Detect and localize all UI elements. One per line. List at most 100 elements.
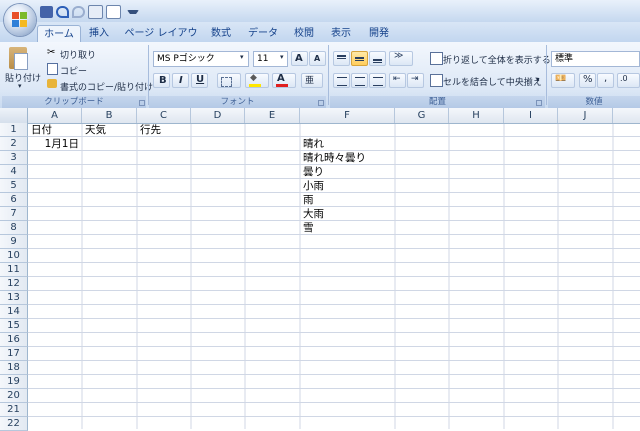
- shrink-font-button[interactable]: A: [309, 51, 326, 66]
- column-header-k[interactable]: [613, 108, 640, 123]
- decrease-indent-button[interactable]: ⇤: [389, 73, 406, 88]
- tab-view[interactable]: 表示: [325, 25, 357, 42]
- column-header-c[interactable]: C: [137, 108, 191, 123]
- row-header-9[interactable]: 9: [0, 235, 28, 249]
- bold-button[interactable]: B: [153, 73, 170, 88]
- font-name-dropdown-icon[interactable]: ▾: [240, 53, 244, 61]
- format-painter-button[interactable]: 書式のコピー/貼り付け: [60, 80, 153, 93]
- column-header-j[interactable]: J: [558, 108, 613, 123]
- cell-f4[interactable]: 曇り: [303, 166, 324, 179]
- font-color-button[interactable]: A: [272, 73, 296, 88]
- merge-center-button[interactable]: セルを結合して中央揃え: [443, 75, 542, 88]
- column-header-a[interactable]: A: [28, 108, 82, 123]
- cell-f7[interactable]: 大雨: [303, 208, 324, 221]
- column-header-g[interactable]: G: [395, 108, 449, 123]
- column-header-h[interactable]: H: [449, 108, 504, 123]
- tab-page-layout[interactable]: ページ レイアウト: [120, 25, 202, 56]
- merge-dropdown-icon[interactable]: ▾: [536, 76, 540, 84]
- increase-decimal-button[interactable]: .0: [617, 73, 640, 88]
- cell-f6[interactable]: 雨: [303, 194, 314, 207]
- tab-insert[interactable]: 挿入: [82, 25, 116, 42]
- font-name-box[interactable]: MS Pゴシック: [153, 51, 249, 67]
- clipboard-dialog-launcher[interactable]: [139, 100, 145, 106]
- column-header-f[interactable]: F: [300, 108, 395, 123]
- underline-button[interactable]: U: [191, 73, 208, 88]
- row-header-10[interactable]: 10: [0, 249, 28, 263]
- row-header-3[interactable]: 3: [0, 151, 28, 165]
- wrap-text-button[interactable]: 折り返して全体を表示する: [443, 53, 551, 66]
- merge-center-icon: [430, 74, 443, 87]
- column-header-b[interactable]: B: [82, 108, 137, 123]
- row-header-6[interactable]: 6: [0, 193, 28, 207]
- row-header-19[interactable]: 19: [0, 375, 28, 389]
- orientation-button[interactable]: ≫: [389, 51, 413, 66]
- select-all-corner[interactable]: [0, 108, 28, 123]
- column-header-e[interactable]: E: [245, 108, 300, 123]
- copy-button[interactable]: コピー: [60, 64, 87, 77]
- tab-home[interactable]: ホーム: [37, 25, 81, 43]
- save-icon[interactable]: [40, 6, 53, 18]
- cell-f3[interactable]: 晴れ時々曇り: [303, 152, 366, 165]
- comma-button[interactable]: ,: [597, 73, 614, 88]
- increase-indent-button[interactable]: ⇥: [407, 73, 424, 88]
- row-header-15[interactable]: 15: [0, 319, 28, 333]
- row-header-18[interactable]: 18: [0, 361, 28, 375]
- column-header-d[interactable]: D: [191, 108, 245, 123]
- checkbox-icon[interactable]: [106, 5, 121, 19]
- row-header-14[interactable]: 14: [0, 305, 28, 319]
- row-header-16[interactable]: 16: [0, 333, 28, 347]
- alignment-dialog-launcher[interactable]: [536, 100, 542, 106]
- row-header-2[interactable]: 2: [0, 137, 28, 151]
- phonetic-button[interactable]: 亜: [301, 73, 323, 88]
- number-format-box[interactable]: 標準: [551, 51, 640, 67]
- row-header-13[interactable]: 13: [0, 291, 28, 305]
- number-group-label: 数値: [548, 96, 640, 108]
- align-top-button[interactable]: [333, 51, 350, 66]
- grow-font-button[interactable]: A: [291, 51, 308, 66]
- cut-button[interactable]: 切り取り: [60, 48, 96, 61]
- fill-color-button[interactable]: ◆: [245, 73, 269, 88]
- tab-review[interactable]: 校閲: [288, 25, 320, 42]
- row-header-11[interactable]: 11: [0, 263, 28, 277]
- borders-button[interactable]: [217, 73, 241, 88]
- row-header-8[interactable]: 8: [0, 221, 28, 235]
- row-header-20[interactable]: 20: [0, 389, 28, 403]
- worksheet-grid[interactable]: A B C D E F G H I J 1 2 3 4 5 6 7 8 9 10 11 12 13 14 1…: [0, 108, 640, 431]
- tab-data[interactable]: データ: [244, 25, 282, 42]
- font-size-dropdown-icon[interactable]: ▾: [280, 53, 284, 61]
- align-bottom-button[interactable]: [369, 51, 386, 66]
- row-header-21[interactable]: 21: [0, 403, 28, 417]
- italic-button[interactable]: I: [172, 73, 189, 88]
- row-header-5[interactable]: 5: [0, 179, 28, 193]
- row-header-4[interactable]: 4: [0, 165, 28, 179]
- tab-developer[interactable]: 開発: [363, 25, 395, 42]
- paste-dropdown-icon[interactable]: ▾: [18, 82, 22, 90]
- align-right-button[interactable]: [369, 73, 386, 88]
- row-header-12[interactable]: 12: [0, 277, 28, 291]
- customize-qat-icon[interactable]: [127, 10, 139, 14]
- undo-icon[interactable]: [56, 6, 69, 18]
- column-header-i[interactable]: I: [504, 108, 558, 123]
- cell-a2[interactable]: 1月1日: [28, 138, 79, 151]
- paste-button[interactable]: 貼り付け: [5, 71, 41, 84]
- align-middle-button[interactable]: [351, 51, 368, 66]
- row-header-7[interactable]: 7: [0, 207, 28, 221]
- cell-f2[interactable]: 晴れ: [303, 138, 324, 151]
- tab-formulas[interactable]: 数式: [204, 25, 238, 42]
- paste-icon[interactable]: [9, 47, 28, 70]
- cell-b1[interactable]: 天気: [85, 124, 106, 137]
- cell-f5[interactable]: 小雨: [303, 180, 324, 193]
- font-dialog-launcher[interactable]: [318, 100, 324, 106]
- align-center-button[interactable]: [351, 73, 368, 88]
- row-header-1[interactable]: 1: [0, 123, 28, 137]
- form-icon[interactable]: [88, 5, 103, 19]
- cell-a1[interactable]: 日付: [31, 124, 52, 137]
- redo-icon[interactable]: [72, 6, 85, 18]
- cell-c1[interactable]: 行先: [140, 124, 161, 137]
- cell-f8[interactable]: 雪: [303, 222, 314, 235]
- align-left-button[interactable]: [333, 73, 350, 88]
- row-header-17[interactable]: 17: [0, 347, 28, 361]
- office-button[interactable]: [4, 4, 36, 36]
- currency-button[interactable]: 💴: [551, 73, 575, 88]
- percent-button[interactable]: %: [579, 73, 596, 88]
